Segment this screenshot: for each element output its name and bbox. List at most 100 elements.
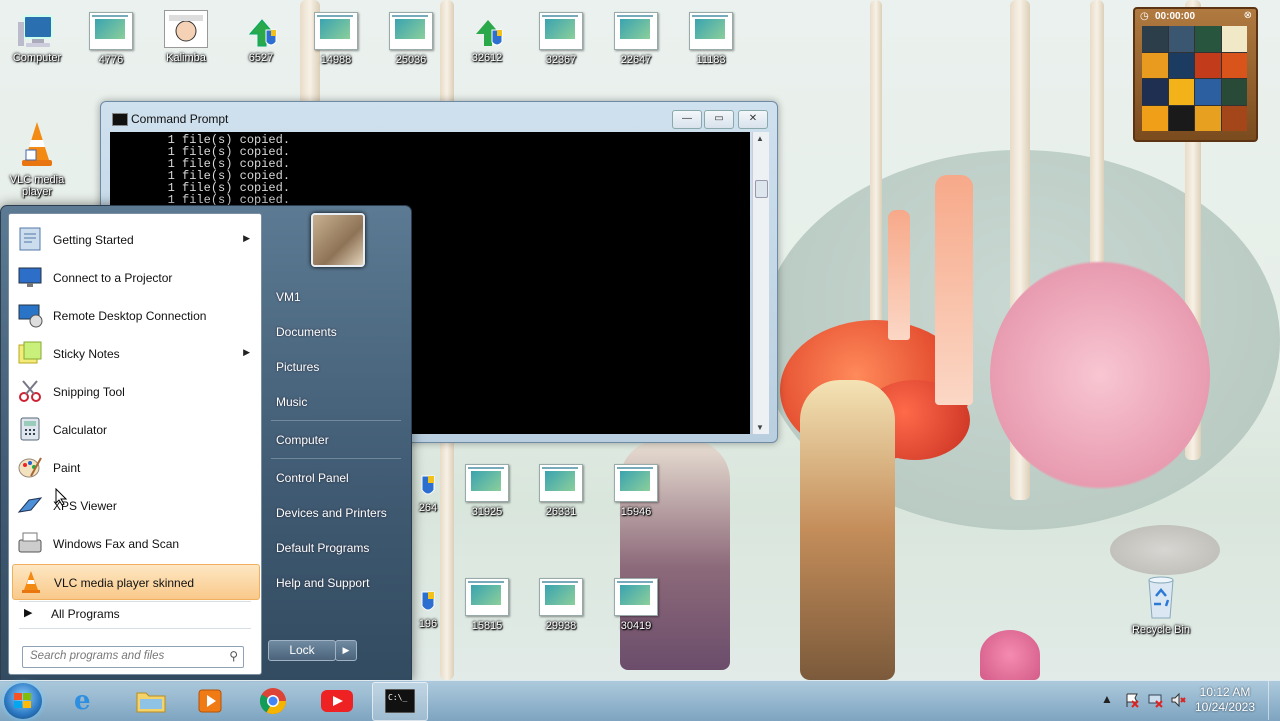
desktop-icon-label: 11183 bbox=[696, 54, 726, 66]
places-item-pictures[interactable]: Pictures bbox=[276, 360, 319, 374]
places-item-music[interactable]: Music bbox=[276, 395, 307, 409]
program-remote-desktop[interactable]: Remote Desktop Connection bbox=[12, 298, 258, 332]
start-menu[interactable]: Getting Started ▶ Connect to a Projector… bbox=[0, 205, 412, 682]
projector-icon bbox=[17, 264, 43, 290]
desktop-icon-4776[interactable]: 4776 bbox=[76, 12, 146, 66]
taskbar-media-player[interactable] bbox=[184, 682, 238, 719]
clock-date: 10/24/2023 bbox=[1194, 700, 1256, 714]
program-vlc-skinned[interactable]: VLC media player skinned bbox=[12, 564, 260, 600]
windows-logo-icon bbox=[14, 693, 32, 709]
program-connect-projector[interactable]: Connect to a Projector bbox=[12, 260, 258, 294]
separator bbox=[271, 458, 401, 459]
recycle-bin-icon bbox=[1140, 574, 1182, 620]
network-icon[interactable] bbox=[1147, 692, 1163, 711]
program-label: VLC media player skinned bbox=[54, 576, 195, 590]
places-item-default-programs[interactable]: Default Programs bbox=[276, 541, 369, 555]
taskbar-command-prompt[interactable]: C:\_ bbox=[372, 682, 428, 721]
taskbar-chrome[interactable] bbox=[246, 682, 300, 719]
close-button[interactable]: ✕ bbox=[738, 110, 768, 129]
xps-viewer-icon bbox=[17, 492, 43, 518]
scroll-up-icon[interactable]: ▲ bbox=[756, 134, 764, 143]
program-snipping-tool[interactable]: Snipping Tool bbox=[12, 374, 258, 408]
program-calculator[interactable]: Calculator bbox=[12, 412, 258, 446]
document-icon bbox=[689, 12, 733, 50]
calculator-icon bbox=[17, 416, 43, 442]
puzzle-close-icon[interactable]: ⊗ bbox=[1244, 10, 1252, 21]
document-icon bbox=[465, 464, 509, 502]
puzzle-timer: 00:00:00 bbox=[1155, 11, 1196, 22]
places-item-documents[interactable]: Documents bbox=[276, 325, 337, 339]
separator bbox=[271, 420, 401, 421]
desktop-icon-6527[interactable]: 6527 bbox=[226, 12, 296, 64]
places-item-devices-printers[interactable]: Devices and Printers bbox=[276, 506, 387, 520]
places-item-computer[interactable]: Computer bbox=[276, 433, 329, 447]
taskbar-youtube[interactable] bbox=[310, 682, 364, 719]
program-label: Remote Desktop Connection bbox=[53, 309, 207, 323]
desktop-icon-32612[interactable]: 32612 bbox=[452, 12, 522, 64]
taskbar-clock[interactable]: 10:12 AM 10/24/2023 bbox=[1190, 685, 1260, 715]
desktop-icon-vlc[interactable]: VLC media player bbox=[2, 120, 72, 198]
desktop-icon-recycle-bin[interactable]: Recycle Bin bbox=[1126, 574, 1196, 636]
desktop-icon-kalimba[interactable]: Kalimba bbox=[151, 10, 221, 64]
desktop-icon-label: VLC media player bbox=[9, 174, 65, 198]
minimize-button[interactable]: — bbox=[672, 110, 702, 129]
puzzle-gadget[interactable]: ◷ 00:00:00 ⊗ bbox=[1133, 7, 1258, 142]
desktop-icon-32367[interactable]: 32367 bbox=[526, 12, 596, 66]
program-paint[interactable]: Paint bbox=[12, 450, 258, 484]
puzzle-grid[interactable] bbox=[1142, 26, 1247, 131]
program-label: Getting Started bbox=[53, 233, 134, 247]
volume-muted-icon[interactable] bbox=[1170, 692, 1186, 711]
maximize-button[interactable]: ▭ bbox=[704, 110, 734, 129]
scroll-down-icon[interactable]: ▼ bbox=[756, 423, 764, 432]
places-item-help-support[interactable]: Help and Support bbox=[276, 576, 369, 590]
desktop-icon-label: 25036 bbox=[395, 54, 427, 66]
desktop-icon-11183[interactable]: 11183 bbox=[676, 12, 746, 66]
desktop-icon-14988[interactable]: 14988 bbox=[301, 12, 371, 66]
program-getting-started[interactable]: Getting Started ▶ bbox=[12, 222, 258, 256]
shutdown-options-button[interactable]: ▶ bbox=[335, 640, 357, 661]
desktop-icon-26331[interactable]: 26331 bbox=[526, 464, 596, 518]
paint-palette-icon bbox=[17, 454, 43, 480]
cmd-icon: C:\_ bbox=[385, 689, 415, 713]
document-icon bbox=[614, 464, 658, 502]
taskbar-file-explorer[interactable] bbox=[124, 682, 178, 719]
program-fax-scan[interactable]: Windows Fax and Scan bbox=[12, 526, 258, 560]
desktop-icon-29938[interactable]: 29938 bbox=[526, 578, 596, 632]
show-hidden-icons-icon[interactable]: ▲ bbox=[1101, 692, 1113, 706]
lock-button[interactable]: Lock bbox=[268, 640, 336, 661]
search-icon[interactable]: ⚲ bbox=[229, 649, 238, 663]
document-icon bbox=[314, 12, 358, 50]
program-sticky-notes[interactable]: Sticky Notes ▶ bbox=[12, 336, 258, 370]
user-avatar[interactable] bbox=[311, 213, 365, 267]
desktop-icon-22647[interactable]: 22647 bbox=[601, 12, 671, 66]
document-icon bbox=[89, 12, 133, 50]
show-desktop-button[interactable] bbox=[1268, 681, 1280, 720]
document-icon bbox=[614, 12, 658, 50]
submenu-arrow-icon[interactable]: ▶ bbox=[243, 233, 250, 244]
vertical-scrollbar[interactable]: ▲ ▼ bbox=[752, 132, 769, 434]
places-item-user[interactable]: VM1 bbox=[276, 290, 301, 304]
program-label: Connect to a Projector bbox=[53, 271, 173, 285]
document-icon bbox=[389, 12, 433, 50]
taskbar-internet-explorer[interactable]: e bbox=[62, 682, 116, 719]
desktop-icon-label: 31925 bbox=[471, 506, 503, 518]
submenu-arrow-icon[interactable]: ▶ bbox=[243, 347, 250, 358]
clock-time: 10:12 AM bbox=[1199, 685, 1251, 699]
desktop-icon-computer[interactable]: Computer bbox=[2, 12, 72, 64]
places-item-control-panel[interactable]: Control Panel bbox=[276, 471, 349, 485]
cmd-window-icon bbox=[112, 113, 128, 126]
desktop-icon-15815[interactable]: 15815 bbox=[452, 578, 522, 632]
search-box[interactable]: Search programs and files ⚲ bbox=[22, 646, 244, 668]
mouse-cursor-icon bbox=[55, 487, 68, 509]
desktop-icon-30419[interactable]: 30419 bbox=[601, 578, 671, 632]
desktop-icon-25036[interactable]: 25036 bbox=[376, 12, 446, 66]
action-center-flag-icon[interactable] bbox=[1124, 692, 1140, 711]
program-label: Sticky Notes bbox=[53, 347, 120, 361]
desktop-icon-label: Recycle Bin bbox=[1131, 624, 1191, 636]
scroll-thumb[interactable] bbox=[755, 180, 768, 198]
arrow-right-icon: ▶ bbox=[24, 607, 33, 619]
desktop-icon-15946[interactable]: 15946 bbox=[601, 464, 671, 518]
desktop-icon-31925[interactable]: 31925 bbox=[452, 464, 522, 518]
program-xps-viewer[interactable]: XPS Viewer bbox=[12, 488, 258, 522]
desktop-icon-label: Kalimba bbox=[166, 52, 206, 64]
